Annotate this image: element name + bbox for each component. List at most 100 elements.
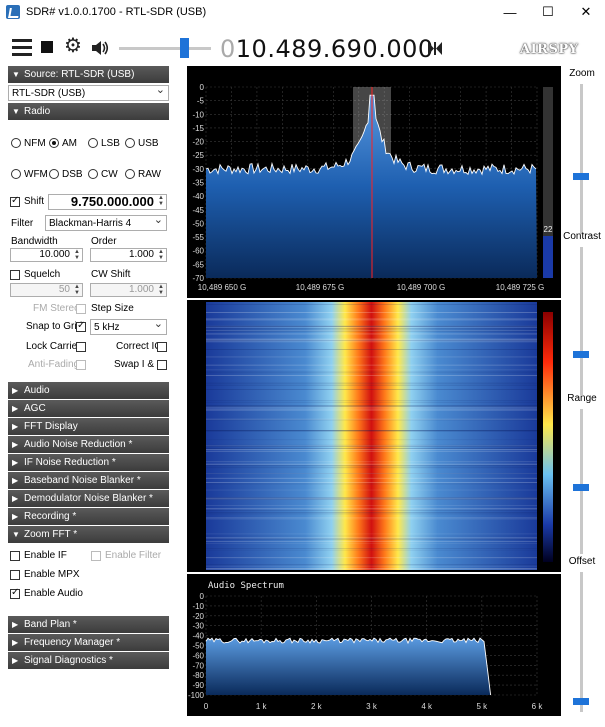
shift-label: Shift: [24, 196, 45, 207]
section-header[interactable]: ▶ Frequency Manager *: [8, 634, 169, 651]
range-slider-track[interactable]: [580, 409, 583, 554]
radio-circle[interactable]: [88, 138, 98, 148]
squelch-toggle[interactable]: Squelch: [10, 269, 60, 280]
squelch-spinner[interactable]: ▲ ▼: [73, 284, 81, 296]
squelch-input[interactable]: 50 ▲ ▼: [10, 283, 83, 297]
mode-raw-radio[interactable]: RAW: [125, 169, 161, 180]
maximize-button[interactable]: ☐: [529, 0, 567, 24]
anti-fading-checkbox[interactable]: [76, 360, 86, 370]
collapsed-arrow-icon: ▶: [12, 440, 19, 449]
range-label: Range: [567, 393, 597, 404]
squelch-label: Squelch: [24, 269, 61, 280]
enable-if-checkbox[interactable]: [10, 550, 20, 561]
section-label: Frequency Manager *: [24, 637, 121, 648]
y-tick-label: -80: [192, 671, 204, 680]
range-slider-thumb[interactable]: [573, 484, 589, 491]
enable-if-toggle[interactable]: Enable IF: [10, 550, 67, 561]
frequency-display[interactable]: 010.489.690.000: [220, 35, 434, 63]
order-spinner[interactable]: ▲ ▼: [157, 249, 165, 261]
radio-circle[interactable]: [125, 138, 135, 148]
close-button[interactable]: ✕: [567, 0, 605, 24]
mode-usb-radio[interactable]: USB: [125, 138, 159, 149]
section-header[interactable]: ▶ Recording *: [8, 508, 169, 525]
shift-toggle[interactable]: Shift: [10, 195, 45, 207]
section-header[interactable]: ▶ Audio Noise Reduction *: [8, 436, 169, 453]
source-device-dropdown[interactable]: RTL-SDR (USB): [8, 83, 169, 101]
section-header[interactable]: ▶ Audio: [8, 382, 169, 399]
waterfall-display[interactable]: [187, 300, 561, 572]
audio-spectrum[interactable]: Audio Spectrum 0 -10 -20 -30 -40 -50 -60 -70 -80-…: [187, 574, 561, 716]
enable-audio-checkbox[interactable]: [10, 587, 20, 599]
volume-slider-track[interactable]: [119, 47, 211, 50]
source-header[interactable]: ▼ Source: RTL-SDR (USB): [8, 66, 169, 83]
zoom-label: Zoom: [569, 68, 595, 79]
radio-circle[interactable]: [49, 169, 59, 179]
radio-circle[interactable]: [11, 138, 21, 148]
enable-mpx-checkbox[interactable]: [10, 569, 20, 580]
y-tick-label: -10: [192, 110, 204, 119]
order-input[interactable]: 1.000 ▲ ▼: [90, 248, 167, 262]
squelch-checkbox[interactable]: [10, 269, 20, 280]
shift-spinner[interactable]: ▲ ▼: [157, 195, 165, 207]
mode-label: AM: [62, 137, 77, 149]
shift-input[interactable]: 9.750.000.000 ▲ ▼: [48, 194, 167, 210]
radio-circle[interactable]: [125, 169, 135, 179]
section-header[interactable]: ▶ Baseband Noise Blanker *: [8, 472, 169, 489]
cw-shift-input[interactable]: 1.000 ▲ ▼: [90, 283, 167, 297]
correct-iq-checkbox[interactable]: [157, 342, 167, 352]
radio-circle[interactable]: [88, 169, 98, 179]
cw-shift-spinner[interactable]: ▲ ▼: [157, 284, 165, 296]
zoom-slider-thumb[interactable]: [573, 173, 589, 180]
y-tick-label: -20: [192, 612, 204, 621]
enable-audio-label: Enable Audio: [24, 588, 83, 599]
fm-stereo-checkbox[interactable]: [76, 304, 86, 314]
radio-circle[interactable]: [11, 169, 21, 179]
bandwidth-input[interactable]: 10.000 ▲ ▼: [10, 248, 83, 262]
stop-icon[interactable]: [41, 41, 53, 53]
enable-filter-toggle[interactable]: Enable Filter: [91, 550, 161, 561]
contrast-slider-thumb[interactable]: [573, 351, 589, 358]
volume-slider-thumb[interactable]: [180, 38, 189, 58]
enable-mpx-toggle[interactable]: Enable MPX: [10, 569, 80, 580]
mode-cw-radio[interactable]: CW: [88, 169, 118, 180]
mode-lsb-radio[interactable]: LSB: [88, 138, 120, 149]
radio-header[interactable]: ▼ Radio: [8, 103, 169, 120]
section-header[interactable]: ▶ Band Plan *: [8, 616, 169, 633]
offset-slider-track[interactable]: [580, 572, 583, 712]
snap-to-grid-checkbox[interactable]: [76, 320, 86, 332]
section-header[interactable]: ▶ Demodulator Noise Blanker *: [8, 490, 169, 507]
mode-wfm-radio[interactable]: WFM: [11, 169, 48, 180]
step-size-dropdown[interactable]: 5 kHz: [90, 317, 167, 335]
minimize-button[interactable]: —: [491, 0, 529, 24]
offset-slider-thumb[interactable]: [573, 698, 589, 705]
spectrum-analyzer[interactable]: 0 -5 -10 -15 -20 -25 -30 -35 -40 -45 -50 -55 -60 -65 -…: [187, 66, 561, 298]
section-header[interactable]: ▼ Zoom FFT *: [8, 526, 169, 543]
zoom-fft-panel: Enable IF Enable Filter Enable MPX Enabl…: [8, 544, 169, 616]
y-tick-label: -35: [192, 179, 204, 188]
gear-icon[interactable]: ⚙: [64, 36, 82, 56]
mode-nfm-radio[interactable]: NFM: [11, 138, 46, 149]
spectrum-plot[interactable]: 0 -5 -10 -15 -20 -25 -30 -35 -40 -45 -50 -55 -60 -65 -…: [187, 66, 561, 298]
contrast-slider-track[interactable]: [580, 247, 583, 395]
waterfall-plot[interactable]: [187, 300, 561, 572]
bandwidth-spinner[interactable]: ▲ ▼: [73, 249, 81, 261]
enable-audio-toggle[interactable]: Enable Audio: [10, 587, 83, 599]
menu-icon[interactable]: [12, 39, 32, 57]
offset-label: Offset: [568, 556, 596, 567]
filter-dropdown[interactable]: Blackman-Harris 4: [45, 213, 167, 231]
enable-filter-checkbox[interactable]: [91, 550, 101, 561]
section-header[interactable]: ▶ FFT Display: [8, 418, 169, 435]
audio-spectrum-plot[interactable]: Audio Spectrum0-10-20-30-40-50-60-70-80-…: [187, 574, 561, 716]
skip-icon[interactable]: [428, 42, 442, 55]
speaker-icon[interactable]: [90, 39, 110, 57]
zoom-slider-track[interactable]: [580, 84, 583, 234]
lock-carrier-checkbox[interactable]: [76, 342, 86, 352]
radio-circle[interactable]: [49, 138, 59, 148]
mode-am-radio[interactable]: AM: [49, 138, 77, 149]
shift-checkbox[interactable]: [10, 195, 20, 207]
mode-dsb-radio[interactable]: DSB: [49, 169, 83, 180]
section-header[interactable]: ▶ IF Noise Reduction *: [8, 454, 169, 471]
section-header[interactable]: ▶ AGC: [8, 400, 169, 417]
section-header[interactable]: ▶ Signal Diagnostics *: [8, 652, 169, 669]
swap-iq-checkbox[interactable]: [157, 360, 167, 370]
